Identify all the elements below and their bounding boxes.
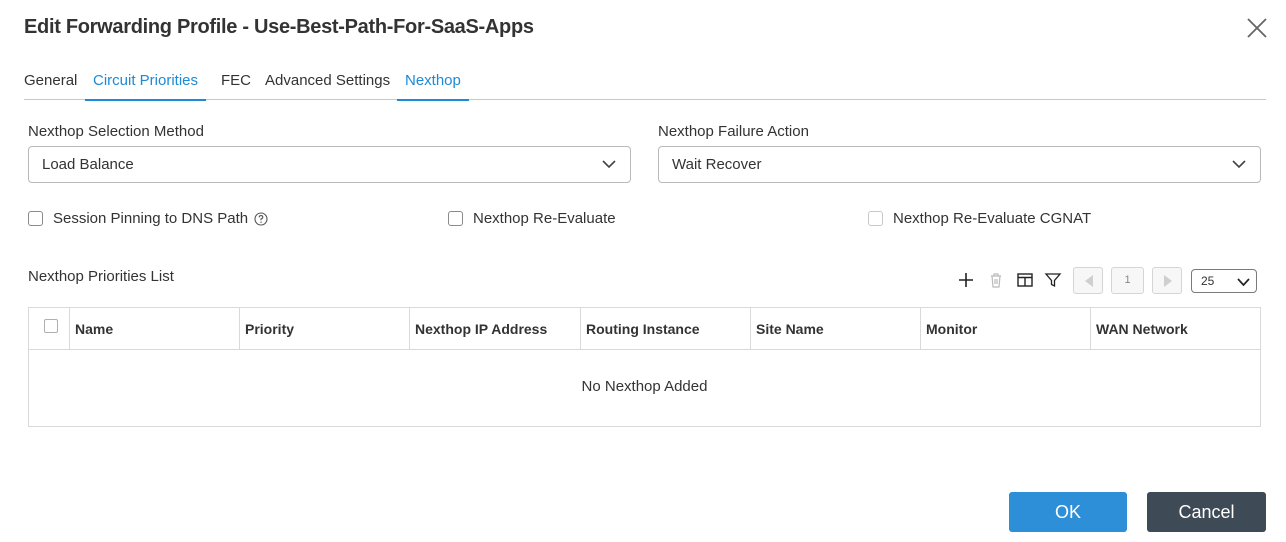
selection-method-select[interactable]: Load Balance [28, 146, 631, 183]
ok-button[interactable]: OK [1009, 492, 1127, 532]
next-page-button[interactable] [1152, 267, 1182, 294]
column-header-wan-network[interactable]: WAN Network [1090, 308, 1261, 349]
cancel-button[interactable]: Cancel [1147, 492, 1266, 532]
caret-right-icon [1164, 275, 1172, 287]
nexthop-reevaluate-cgnat-option[interactable]: Nexthop Re-Evaluate CGNAT [868, 210, 1091, 227]
nexthop-reevaluate-checkbox[interactable] [448, 211, 463, 226]
prev-page-button[interactable] [1073, 267, 1103, 294]
chevron-down-icon [1232, 160, 1246, 169]
page-size-value: 25 [1201, 274, 1215, 288]
dialog-title: Edit Forwarding Profile - Use-Best-Path-… [24, 16, 534, 38]
failure-action-label: Nexthop Failure Action [658, 123, 809, 140]
help-circle-icon[interactable] [254, 211, 268, 226]
table-header: Name Priority Nexthop IP Address Routing… [29, 308, 1260, 350]
selection-method-value: Load Balance [42, 156, 134, 173]
select-all-cell [29, 308, 69, 349]
select-all-checkbox[interactable] [44, 319, 58, 333]
nexthop-reevaluate-label: Nexthop Re-Evaluate [473, 210, 616, 227]
page-number: 1 [1111, 267, 1144, 294]
session-pinning-option[interactable]: Session Pinning to DNS Path [28, 210, 268, 227]
columns-icon[interactable] [1015, 270, 1035, 290]
column-header-name[interactable]: Name [69, 308, 239, 349]
tab-advanced-settings[interactable]: Advanced Settings [265, 72, 390, 100]
failure-action-select[interactable]: Wait Recover [658, 146, 1261, 183]
list-title: Nexthop Priorities List [28, 268, 174, 285]
session-pinning-label: Session Pinning to DNS Path [53, 210, 249, 227]
tab-fec[interactable]: FEC [221, 72, 251, 100]
page-size-select[interactable]: 25 [1191, 269, 1257, 293]
tab-nexthop[interactable]: Nexthop [397, 72, 469, 101]
nexthop-reevaluate-cgnat-checkbox[interactable] [868, 211, 883, 226]
failure-action-value: Wait Recover [672, 156, 762, 173]
selection-method-label: Nexthop Selection Method [28, 123, 204, 140]
column-header-routing-instance[interactable]: Routing Instance [580, 308, 750, 349]
tab-bar: General Circuit Priorities FEC Advanced … [24, 70, 1266, 101]
delete-icon[interactable] [986, 270, 1006, 290]
column-header-nexthop-ip[interactable]: Nexthop IP Address [409, 308, 580, 349]
column-header-monitor[interactable]: Monitor [920, 308, 1090, 349]
close-icon[interactable] [1246, 17, 1268, 39]
empty-table-message: No Nexthop Added [581, 378, 708, 395]
nexthop-reevaluate-option[interactable]: Nexthop Re-Evaluate [448, 210, 616, 227]
add-icon[interactable] [956, 270, 976, 290]
chevron-down-icon [1237, 278, 1250, 287]
nexthop-table: Name Priority Nexthop IP Address Routing… [28, 307, 1261, 427]
tab-general[interactable]: General [24, 72, 77, 100]
chevron-down-icon [602, 160, 616, 169]
nexthop-reevaluate-cgnat-label: Nexthop Re-Evaluate CGNAT [893, 210, 1092, 227]
column-header-site-name[interactable]: Site Name [750, 308, 920, 349]
caret-left-icon [1085, 275, 1093, 287]
session-pinning-checkbox[interactable] [28, 211, 43, 226]
filter-icon[interactable] [1043, 270, 1063, 290]
tab-circuit-priorities[interactable]: Circuit Priorities [85, 72, 207, 101]
column-header-priority[interactable]: Priority [239, 308, 409, 349]
